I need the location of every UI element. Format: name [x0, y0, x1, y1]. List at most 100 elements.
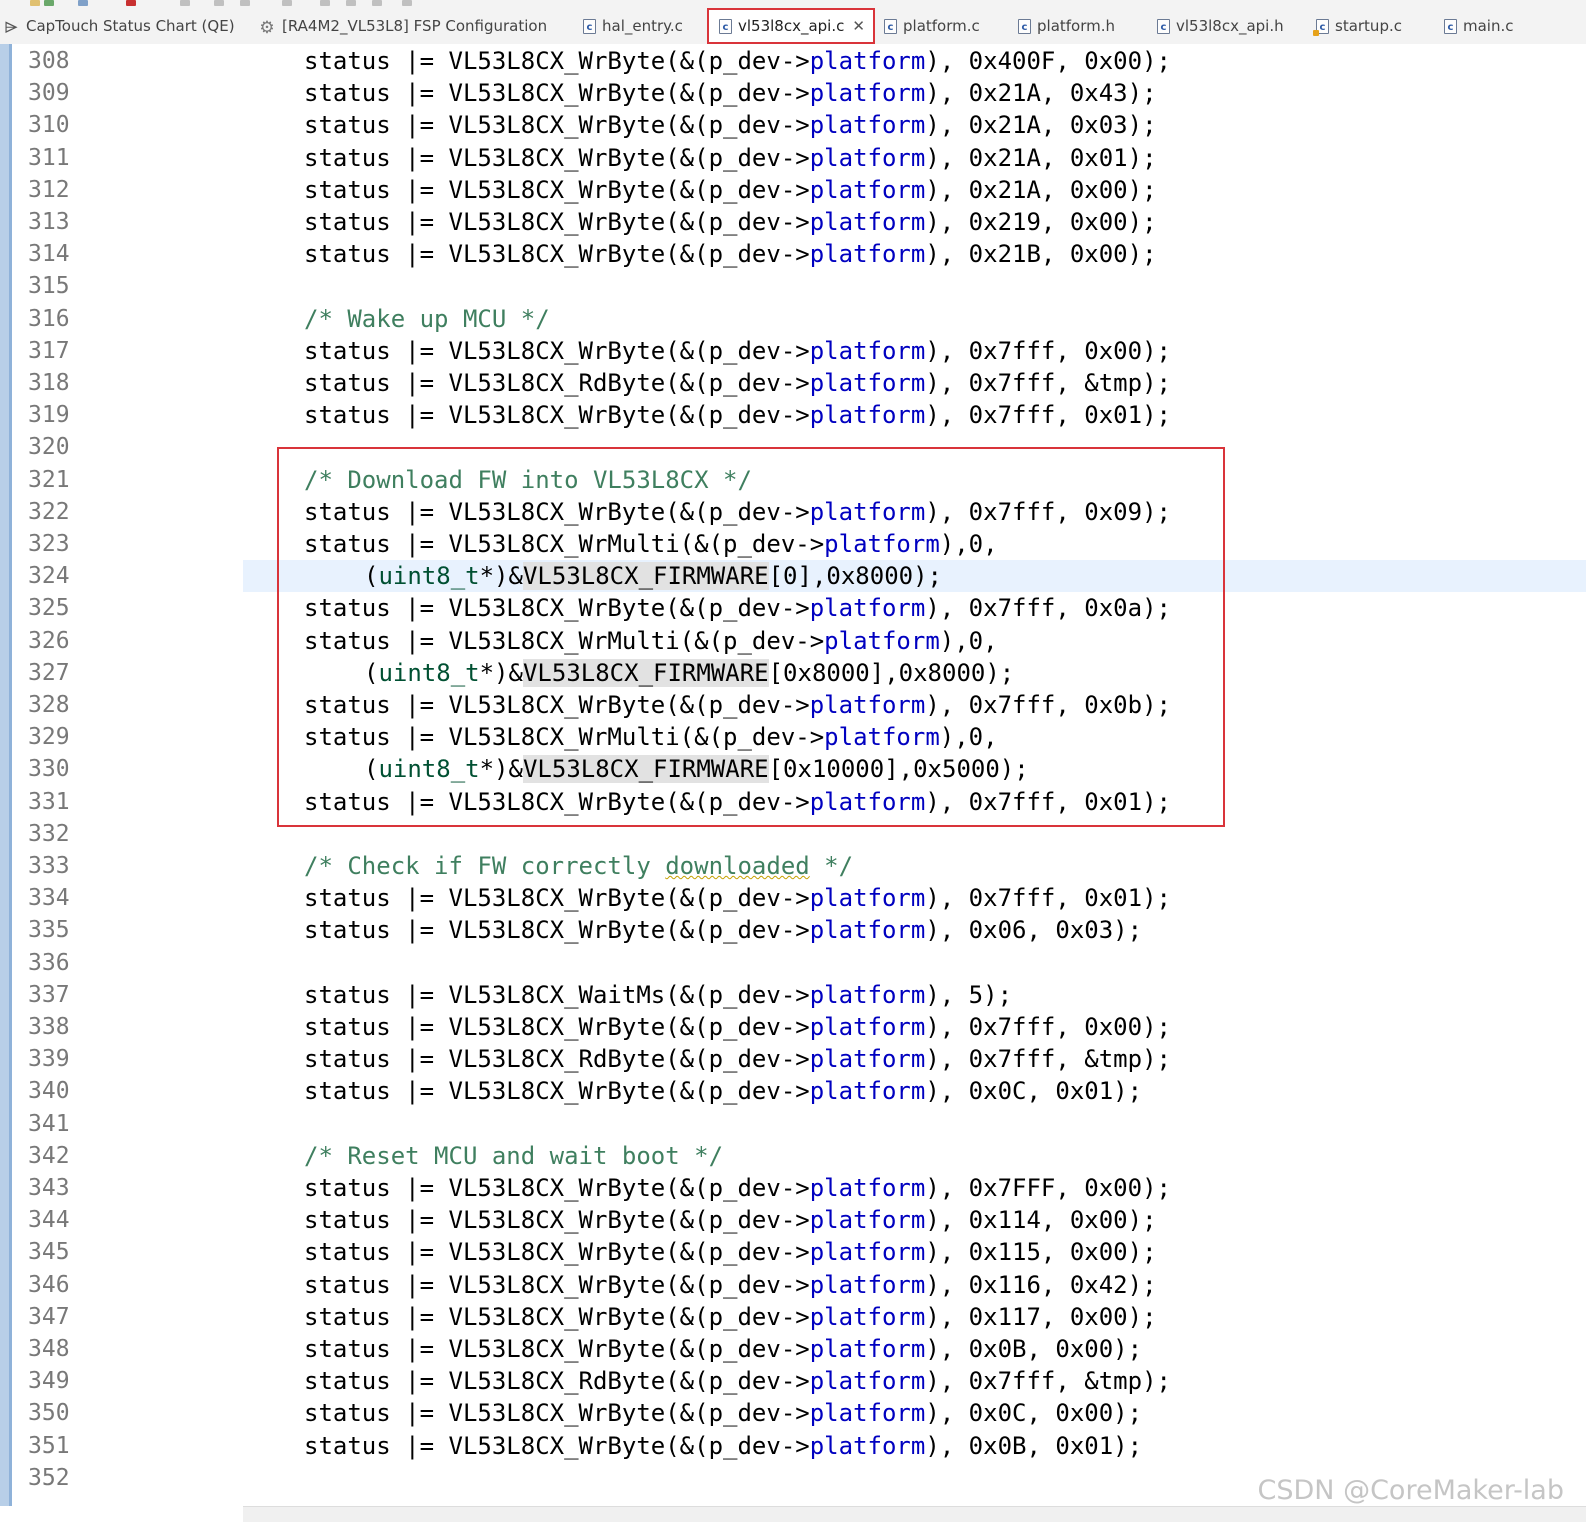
- tab-platform-c[interactable]: c platform.c: [884, 8, 1004, 44]
- tab-startup-c[interactable]: c startup.c: [1313, 8, 1426, 44]
- c-file-icon: c: [1444, 18, 1457, 34]
- code-token: platform: [809, 369, 926, 397]
- line-number: 339: [28, 1046, 70, 1073]
- toolbar-icon[interactable]: [240, 0, 250, 6]
- code-line[interactable]: 324 (uint8_t*)&VL53L8CX_FIRMWARE[0],0x800…: [0, 560, 1586, 593]
- c-file-icon: c: [719, 18, 732, 34]
- stop-icon[interactable]: [126, 0, 136, 6]
- code-line[interactable]: 308 status |= VL53L8CX_WrByte(&(p_dev->pl…: [0, 45, 1586, 77]
- code-line[interactable]: 321 /* Download FW into VL53L8CX */: [0, 464, 1586, 496]
- tab-label: startup.c: [1335, 17, 1402, 35]
- code-line[interactable]: 323 status |= VL53L8CX_WrMulti(&(p_dev->p…: [0, 528, 1586, 560]
- code-line[interactable]: 332: [0, 818, 1586, 850]
- toolbar-icon[interactable]: [282, 0, 292, 6]
- code-token: status |= VL53L8CX_WrByte(&(p_dev->: [304, 787, 810, 816]
- code-line[interactable]: 338 status |= VL53L8CX_WrByte(&(p_dev->pl…: [0, 1011, 1586, 1043]
- code-line[interactable]: 329 status |= VL53L8CX_WrMulti(&(p_dev->p…: [0, 721, 1586, 753]
- tab-hal-entry-c[interactable]: c hal_entry.c: [583, 8, 703, 44]
- code-text: status |= VL53L8CX_WrByte(&(p_dev->platf…: [304, 1172, 1171, 1204]
- horizontal-scrollbar[interactable]: [243, 1506, 1586, 1522]
- code-line[interactable]: 313 status |= VL53L8CX_WrByte(&(p_dev->pl…: [0, 206, 1586, 238]
- toolbar-icon[interactable]: [30, 0, 40, 6]
- code-line[interactable]: 326 status |= VL53L8CX_WrMulti(&(p_dev->p…: [0, 625, 1586, 657]
- code-line[interactable]: 349 status |= VL53L8CX_RdByte(&(p_dev->pl…: [0, 1365, 1586, 1397]
- code-line[interactable]: 346 status |= VL53L8CX_WrByte(&(p_dev->pl…: [0, 1269, 1586, 1301]
- code-token: platform: [824, 530, 940, 558]
- code-editor[interactable]: 308 status |= VL53L8CX_WrByte(&(p_dev->pl…: [0, 44, 1586, 1506]
- code-line[interactable]: 350 status |= VL53L8CX_WrByte(&(p_dev->pl…: [0, 1397, 1586, 1429]
- code-token: platform: [809, 1045, 926, 1074]
- toolbar-icon[interactable]: [214, 0, 224, 6]
- code-line[interactable]: 316 /* Wake up MCU */: [0, 303, 1586, 335]
- code-token: *)&: [479, 755, 523, 784]
- tab-label: vl53l8cx_api.c: [738, 17, 845, 35]
- code-line[interactable]: 351 status |= VL53L8CX_WrByte(&(p_dev->pl…: [0, 1430, 1586, 1462]
- tab-vl53l8cx-api-c[interactable]: c vl53l8cx_api.c ✕: [707, 8, 875, 44]
- code-line[interactable]: 318 status |= VL53L8CX_RdByte(&(p_dev->pl…: [0, 367, 1586, 399]
- code-token: ), 0x7fff, 0x0b);: [925, 691, 1171, 719]
- code-token: ), 0x21A, 0x00);: [925, 175, 1157, 204]
- code-line[interactable]: 328 status |= VL53L8CX_WrByte(&(p_dev->pl…: [0, 689, 1586, 721]
- code-token: platform: [809, 1270, 926, 1299]
- tab-main-c[interactable]: c main.c: [1444, 8, 1544, 44]
- code-line[interactable]: 311 status |= VL53L8CX_WrByte(&(p_dev->pl…: [0, 142, 1586, 174]
- code-line[interactable]: 327 (uint8_t*)&VL53L8CX_FIRMWARE[0x8000],…: [0, 657, 1586, 689]
- code-line[interactable]: 342 /* Reset MCU and wait boot */: [0, 1140, 1586, 1172]
- code-line[interactable]: 343 status |= VL53L8CX_WrByte(&(p_dev->pl…: [0, 1172, 1586, 1204]
- code-line[interactable]: 331 status |= VL53L8CX_WrByte(&(p_dev->pl…: [0, 786, 1586, 818]
- code-line[interactable]: 348 status |= VL53L8CX_WrByte(&(p_dev->pl…: [0, 1333, 1586, 1365]
- code-line[interactable]: 339 status |= VL53L8CX_RdByte(&(p_dev->pl…: [0, 1043, 1586, 1075]
- code-line[interactable]: 347 status |= VL53L8CX_WrByte(&(p_dev->pl…: [0, 1301, 1586, 1333]
- code-line[interactable]: 337 status |= VL53L8CX_WaitMs(&(p_dev->pl…: [0, 979, 1586, 1011]
- code-line[interactable]: 309 status |= VL53L8CX_WrByte(&(p_dev->pl…: [0, 77, 1586, 109]
- code-token: status |= VL53L8CX_WrByte(&(p_dev->: [304, 1013, 810, 1041]
- code-token: status |= VL53L8CX_WrByte(&(p_dev->: [304, 175, 810, 204]
- code-line[interactable]: 334 status |= VL53L8CX_WrByte(&(p_dev->pl…: [0, 882, 1586, 914]
- toolbar-icon[interactable]: [44, 0, 54, 6]
- line-number: 352: [28, 1464, 70, 1491]
- tab-fsp-configuration[interactable]: ⚙ [RA4M2_VL53L8] FSP Configuration: [258, 8, 570, 44]
- toolbar-icon[interactable]: [346, 0, 356, 6]
- toolbar-icon[interactable]: [372, 0, 382, 6]
- code-token: */: [809, 852, 854, 880]
- line-number: 340: [28, 1078, 70, 1105]
- toolbar-icon[interactable]: [78, 0, 88, 6]
- code-text: status |= VL53L8CX_WrByte(&(p_dev->platf…: [304, 1333, 1142, 1365]
- code-line[interactable]: 317 status |= VL53L8CX_WrByte(&(p_dev->pl…: [0, 335, 1586, 367]
- code-line[interactable]: 330 (uint8_t*)&VL53L8CX_FIRMWARE[0x10000]…: [0, 753, 1586, 785]
- code-token: status |= VL53L8CX_WrByte(&(p_dev->: [304, 208, 810, 236]
- code-line[interactable]: 340 status |= VL53L8CX_WrByte(&(p_dev->pl…: [0, 1075, 1586, 1107]
- code-line[interactable]: 312 status |= VL53L8CX_WrByte(&(p_dev->pl…: [0, 174, 1586, 206]
- code-token: platform: [809, 336, 926, 365]
- code-text: status |= VL53L8CX_WrMulti(&(p_dev->plat…: [304, 528, 998, 560]
- tab-vl53l8cx-api-h[interactable]: c vl53l8cx_api.h: [1157, 8, 1307, 44]
- code-token: downloaded: [665, 852, 810, 880]
- code-text: status |= VL53L8CX_WrByte(&(p_dev->platf…: [304, 914, 1142, 946]
- code-line[interactable]: 314 status |= VL53L8CX_WrByte(&(p_dev->pl…: [0, 238, 1586, 270]
- code-token: ), 0x21A, 0x03);: [925, 111, 1157, 140]
- tab-captouch-status-chart[interactable]: ⌲ CapTouch Status Chart (QE): [0, 8, 250, 44]
- code-line[interactable]: 320: [0, 431, 1586, 463]
- code-line[interactable]: 322 status |= VL53L8CX_WrByte(&(p_dev->pl…: [0, 496, 1586, 528]
- toolbar-icon[interactable]: [320, 0, 330, 6]
- code-line[interactable]: 335 status |= VL53L8CX_WrByte(&(p_dev->pl…: [0, 914, 1586, 946]
- toolbar-icon[interactable]: [402, 0, 412, 6]
- code-token: ), 0x400F, 0x00);: [925, 47, 1171, 75]
- code-line[interactable]: 315: [0, 270, 1586, 302]
- line-number: 335: [28, 917, 70, 944]
- code-line[interactable]: 345 status |= VL53L8CX_WrByte(&(p_dev->pl…: [0, 1236, 1586, 1268]
- code-line[interactable]: 336: [0, 947, 1586, 979]
- code-line[interactable]: 319 status |= VL53L8CX_WrByte(&(p_dev->pl…: [0, 399, 1586, 431]
- code-line[interactable]: 333 /* Check if FW correctly downloaded *…: [0, 850, 1586, 882]
- close-icon[interactable]: ✕: [852, 17, 865, 35]
- code-token: ), 0x7fff, 0x0a);: [925, 594, 1171, 623]
- code-line[interactable]: 310 status |= VL53L8CX_WrByte(&(p_dev->pl…: [0, 109, 1586, 141]
- code-line[interactable]: 344 status |= VL53L8CX_WrByte(&(p_dev->pl…: [0, 1204, 1586, 1236]
- toolbar-icon[interactable]: [180, 0, 190, 6]
- code-line[interactable]: 325 status |= VL53L8CX_WrByte(&(p_dev->pl…: [0, 592, 1586, 624]
- tab-platform-h[interactable]: c platform.h: [1018, 8, 1144, 44]
- line-number: 326: [28, 627, 70, 654]
- line-number: 309: [28, 80, 70, 107]
- code-line[interactable]: 341: [0, 1108, 1586, 1140]
- code-token: platform: [824, 723, 940, 752]
